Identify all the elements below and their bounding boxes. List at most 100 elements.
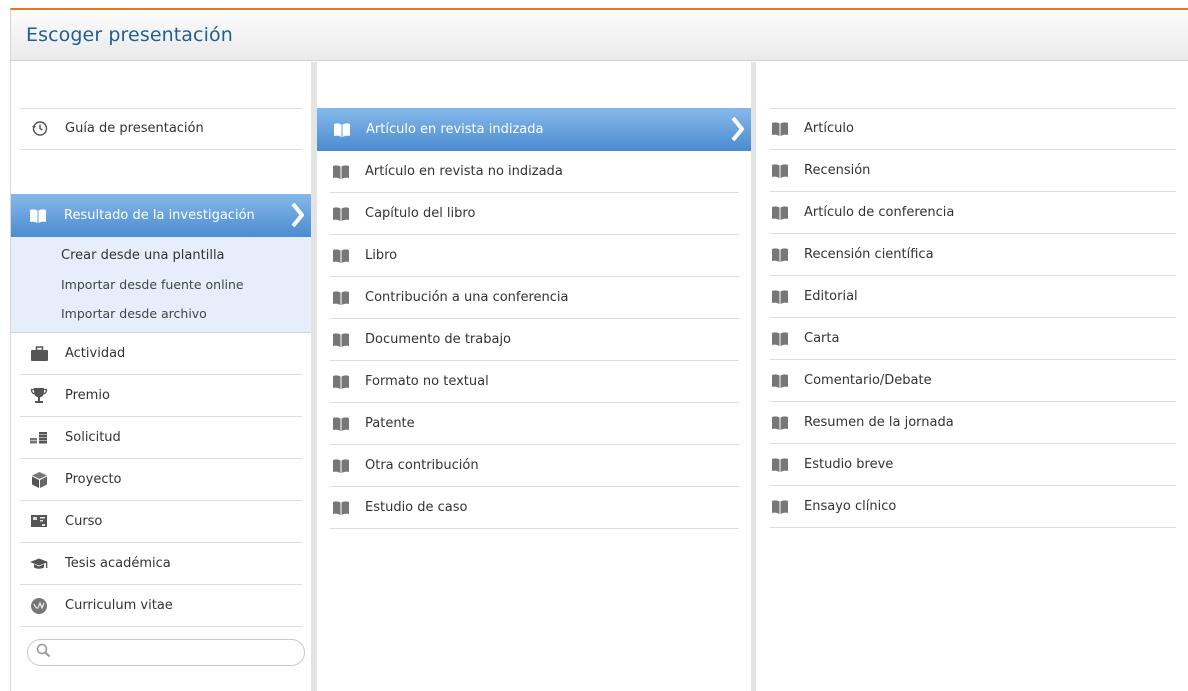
book-icon [770,288,790,306]
subtype-label: Ensayo clínico [804,499,897,514]
briefcase-icon [29,345,49,363]
subtype-label: Resumen de la jornada [804,415,954,430]
output-type-label: Estudio de caso [365,500,468,515]
output-type-item-indexed-article[interactable]: Artículo en revista indizada [317,108,751,151]
output-type-item[interactable]: Documento de trabajo [330,319,739,361]
output-type-label: Libro [365,248,398,263]
history-icon [29,120,49,138]
dialog-title: Escoger presentación [26,24,233,46]
submenu: Crear desde una plantilla Importar desde… [11,237,311,333]
subtype-item[interactable]: Ensayo clínico [770,486,1176,528]
category-item-research-output[interactable]: Resultado de la investigación [11,194,311,237]
book-icon [770,120,790,138]
subtype-item[interactable]: Carta [770,318,1176,360]
category-label: Resultado de la investigación [64,208,255,223]
category-label: Premio [65,388,110,403]
subtype-label: Carta [804,331,840,346]
output-type-item[interactable]: Patente [330,403,739,445]
category-label: Curriculum vitae [65,598,173,613]
trophy-icon [29,387,49,405]
dialog-window: Escoger presentación Guía de presentació… [10,8,1188,691]
output-type-item[interactable]: Formato no textual [330,361,739,403]
output-type-item[interactable]: Otra contribución [330,445,739,487]
category-item-guide[interactable]: Guía de presentación [20,108,302,150]
cube-icon [29,471,49,489]
book-icon [332,121,352,139]
book-icon [770,246,790,264]
category-item-cv[interactable]: Curriculum vitae [20,585,302,627]
dialog-titlebar: Escoger presentación [11,10,1188,61]
graduation-cap-icon [29,555,49,573]
category-label: Solicitud [65,430,121,445]
output-type-label: Artículo en revista indizada [366,122,544,137]
search-input[interactable] [57,645,304,660]
output-type-item[interactable]: Capítulo del libro [330,193,739,235]
subtype-item[interactable]: Artículo [770,108,1176,150]
output-type-label: Artículo en revista no indizada [365,164,563,179]
output-type-item[interactable]: Estudio de caso [330,487,739,529]
book-icon [331,499,351,517]
subtype-label: Artículo [804,121,854,136]
output-type-item[interactable]: Contribución a una conferencia [330,277,739,319]
category-item-application[interactable]: Solicitud [20,417,302,459]
book-icon [770,498,790,516]
subtype-label: Recensión científica [804,247,934,262]
category-label: Proyecto [65,472,122,487]
subtype-label: Editorial [804,289,858,304]
category-label: Tesis académica [65,556,171,571]
subtype-item[interactable]: Resumen de la jornada [770,402,1176,444]
book-icon [331,289,351,307]
coins-icon [29,429,49,447]
book-icon [331,373,351,391]
book-icon [331,247,351,265]
output-type-label: Otra contribución [365,458,479,473]
category-column: Guía de presentación Resultado de la inv… [11,62,311,691]
category-item-activity[interactable]: Actividad [20,333,302,375]
output-type-label: Contribución a una conferencia [365,290,569,305]
subtype-item[interactable]: Artículo de conferencia [770,192,1176,234]
subtype-label: Estudio breve [804,457,894,472]
output-type-label: Capítulo del libro [365,206,476,221]
output-type-label: Documento de trabajo [365,332,512,347]
output-type-label: Patente [365,416,415,431]
subtype-item[interactable]: Editorial [770,276,1176,318]
book-icon [770,204,790,222]
output-type-item[interactable]: Libro [330,235,739,277]
subtype-item[interactable]: Recensión científica [770,234,1176,276]
book-icon [770,372,790,390]
search-field[interactable] [27,639,305,666]
book-icon [331,163,351,181]
output-type-label: Formato no textual [365,374,489,389]
book-icon [770,414,790,432]
category-item-thesis[interactable]: Tesis académica [20,543,302,585]
submenu-item-import-online[interactable]: Importar desde fuente online [11,270,311,299]
output-type-list: Artículo en revista indizada Artículo en… [317,108,751,529]
subtype-label: Recensión [804,163,871,178]
chevron-right-icon [731,116,745,146]
category-label: Actividad [65,346,126,361]
columns-container: Guía de presentación Resultado de la inv… [11,62,1188,691]
book-icon [770,456,790,474]
output-type-column: Artículo en revista indizada Artículo en… [311,62,756,691]
subtype-list: Artículo Recensión Artículo de conferenc… [756,108,1188,528]
subtype-label: Artículo de conferencia [804,205,955,220]
subtype-label: Comentario/Debate [804,373,932,388]
subtype-item[interactable]: Comentario/Debate [770,360,1176,402]
output-type-item[interactable]: Artículo en revista no indizada [330,151,739,193]
search-icon [36,643,51,662]
cv-icon [29,597,49,615]
book-icon [331,415,351,433]
category-item-course[interactable]: Curso [20,501,302,543]
subtype-item[interactable]: Recensión [770,150,1176,192]
submenu-item-import-file[interactable]: Importar desde archivo [11,299,311,328]
submenu-item-create-template[interactable]: Crear desde una plantilla [11,241,311,270]
category-item-project[interactable]: Proyecto [20,459,302,501]
book-icon [331,205,351,223]
subtype-item[interactable]: Estudio breve [770,444,1176,486]
category-item-award[interactable]: Premio [20,375,302,417]
book-icon [331,457,351,475]
book-icon [331,331,351,349]
category-label: Guía de presentación [65,121,204,136]
presentation-board-icon [29,513,49,531]
